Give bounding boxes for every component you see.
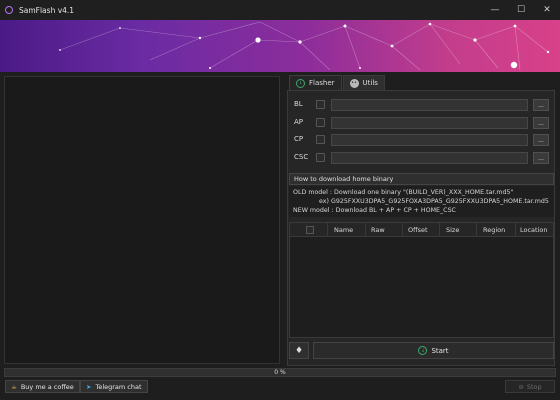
progress-text: 0 % — [274, 369, 286, 376]
select-all-checkbox[interactable] — [306, 226, 314, 234]
column-header-raw[interactable]: Raw — [371, 226, 385, 234]
csc-browse-button[interactable]: ... — [533, 152, 549, 164]
column-header-location[interactable]: Location — [520, 226, 548, 234]
stop-icon: ⊘ — [518, 382, 524, 391]
buy-coffee-label: Buy me a coffee — [20, 382, 74, 391]
header-banner — [0, 20, 560, 72]
close-button[interactable]: ✕ — [534, 0, 560, 20]
column-divider — [402, 223, 403, 237]
file-row-bl: BL ... — [288, 99, 554, 111]
cp-checkbox[interactable] — [316, 135, 325, 144]
stop-button[interactable]: ⊘ Stop — [505, 380, 555, 393]
tab-bar: ↓ Flasher •• Utils — [289, 75, 385, 90]
column-divider — [515, 223, 516, 237]
bl-browse-button[interactable]: ... — [533, 99, 549, 111]
column-divider — [476, 223, 477, 237]
tab-flasher[interactable]: ↓ Flasher — [289, 75, 342, 90]
maximize-button[interactable]: ☐ — [508, 0, 534, 20]
progress-bar: 0 % — [4, 368, 556, 377]
tab-utils[interactable]: •• Utils — [342, 75, 385, 90]
broom-icon: ♦ — [294, 345, 304, 356]
howto-info: OLD model : Download one binary "(BUILD_… — [289, 186, 554, 217]
howto-header: How to download home binary — [289, 173, 554, 185]
howto-line-new: NEW model : Download BL + AP + CP + HOME… — [293, 207, 456, 214]
howto-line-example: ex) G925FXXU3DPA5_G925FOXA3DPA5_G925FXXU… — [293, 198, 549, 205]
csc-label: CSC — [294, 153, 309, 161]
bl-label: BL — [294, 100, 303, 108]
column-divider — [439, 223, 440, 237]
telegram-icon: ➤ — [86, 382, 92, 391]
csc-checkbox[interactable] — [316, 153, 325, 162]
table-header: Name Raw Offset Size Region Location — [290, 223, 553, 237]
cp-path-input[interactable] — [331, 134, 528, 146]
log-panel[interactable] — [4, 76, 280, 364]
ap-path-input[interactable] — [331, 117, 528, 129]
column-header-size[interactable]: Size — [446, 226, 459, 234]
tab-utils-label: Utils — [362, 79, 378, 87]
column-divider — [365, 223, 366, 237]
flasher-icon: ↓ — [296, 78, 305, 88]
file-row-cp: CP ... — [288, 134, 554, 146]
buy-coffee-button[interactable]: ☕ Buy me a coffee — [5, 380, 80, 393]
start-label: Start — [431, 346, 449, 355]
column-header-offset[interactable]: Offset — [408, 226, 428, 234]
cp-browse-button[interactable]: ... — [533, 134, 549, 146]
column-header-name[interactable]: Name — [334, 226, 353, 234]
bl-checkbox[interactable] — [316, 100, 325, 109]
title-bar: SamFlash v4.1 — ☐ ✕ — [0, 0, 560, 20]
app-logo-icon — [5, 6, 13, 14]
partition-table[interactable]: Name Raw Offset Size Region Location — [289, 222, 554, 338]
minimize-button[interactable]: — — [482, 0, 508, 20]
column-header-region[interactable]: Region — [483, 226, 505, 234]
stop-label: Stop — [526, 382, 542, 391]
bl-path-input[interactable] — [331, 99, 528, 111]
telegram-chat-label: Telegram chat — [95, 382, 142, 391]
coffee-icon: ☕ — [11, 382, 17, 391]
start-icon: ↓ — [418, 346, 428, 355]
csc-path-input[interactable] — [331, 152, 528, 164]
column-divider — [327, 223, 328, 237]
utils-icon: •• — [349, 78, 359, 88]
window-controls: — ☐ ✕ — [482, 0, 560, 20]
tab-flasher-label: Flasher — [309, 79, 335, 87]
howto-line-old: OLD model : Download one binary "(BUILD_… — [293, 189, 514, 196]
telegram-chat-button[interactable]: ➤ Telegram chat — [80, 380, 148, 393]
clear-button[interactable]: ♦ — [289, 342, 309, 359]
cp-label: CP — [294, 135, 304, 143]
start-button[interactable]: ↓ Start — [313, 342, 554, 359]
file-row-csc: CSC ... — [288, 152, 554, 164]
ap-label: AP — [294, 118, 304, 126]
window-title: SamFlash v4.1 — [19, 5, 75, 15]
banner-network-graphic — [59, 21, 550, 71]
file-row-ap: AP ... — [288, 117, 554, 129]
ap-checkbox[interactable] — [316, 118, 325, 127]
ap-browse-button[interactable]: ... — [533, 117, 549, 129]
